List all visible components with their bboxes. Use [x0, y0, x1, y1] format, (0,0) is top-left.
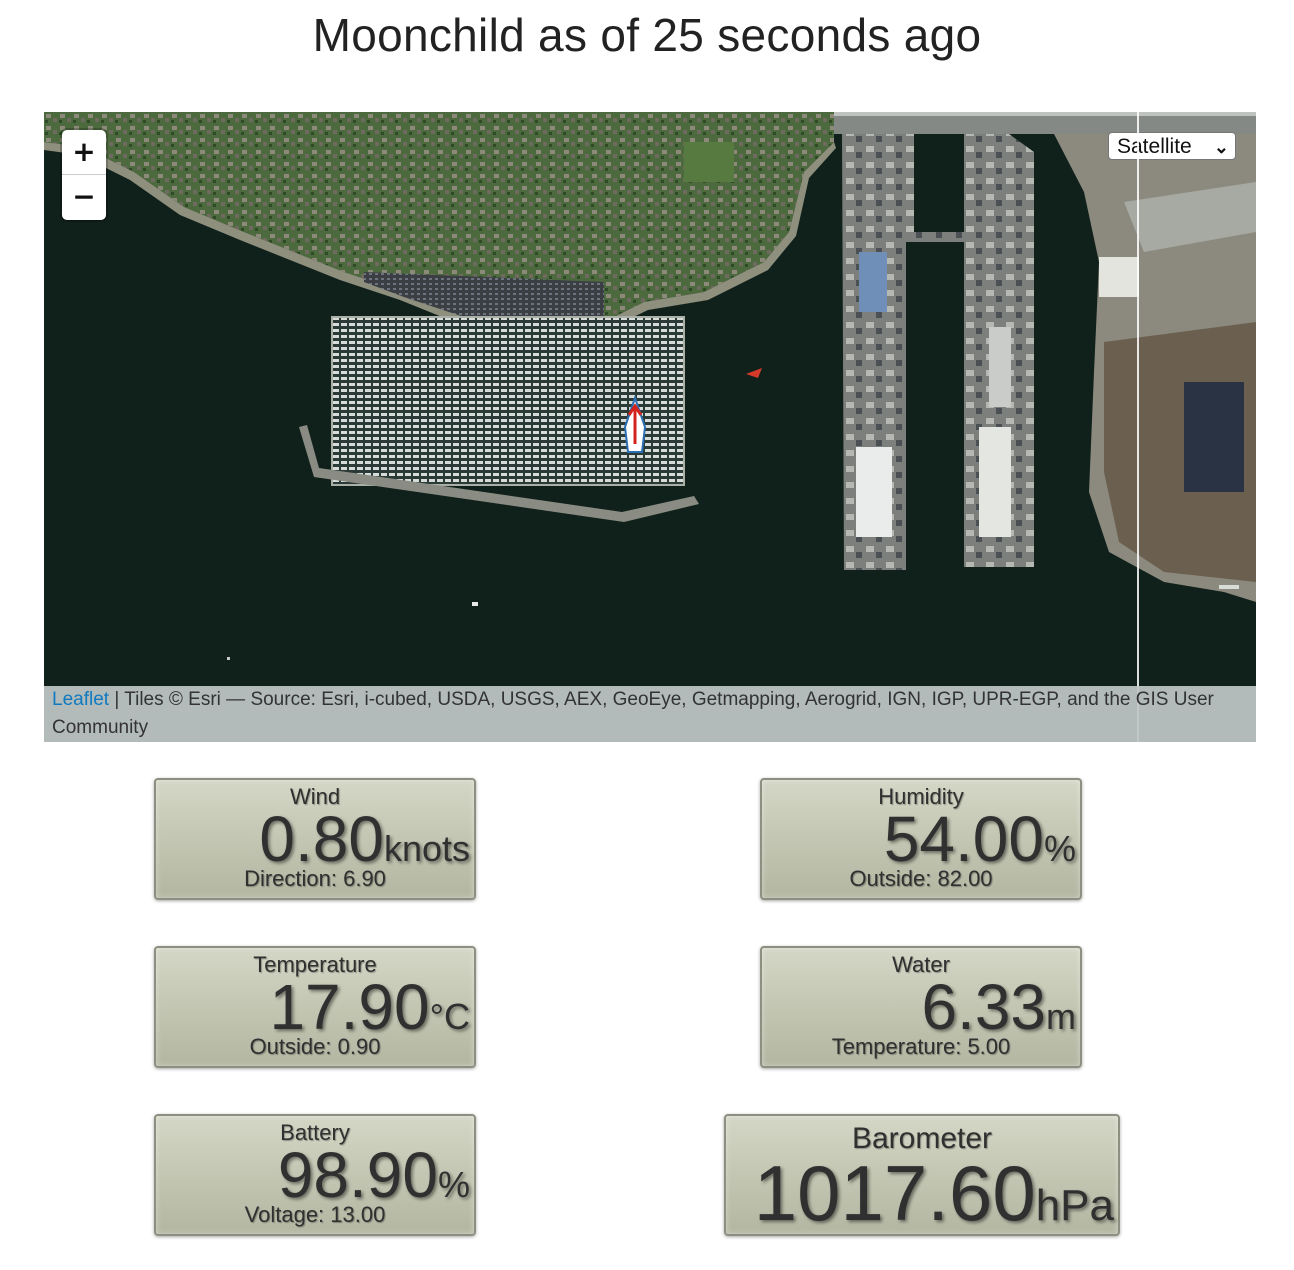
attribution-text: | Tiles © Esri — Source: Esri, i-cubed, …: [52, 689, 1214, 738]
map-attribution: Leaflet | Tiles © Esri — Source: Esri, i…: [44, 686, 1256, 742]
gauge-subtext: Temperature: 5.00: [831, 1034, 1011, 1059]
water-gauge: Water 6.33m Temperature: 5.00: [760, 946, 1082, 1068]
gauge-value: 0.80knots: [259, 802, 470, 876]
gauge-number: 0.80: [259, 803, 384, 875]
gauge-number: 98.90: [277, 1139, 438, 1211]
gauge-unit: knots: [383, 828, 470, 869]
gauge-value: 54.00%: [884, 802, 1076, 876]
gauge-subtext: Outside: 0.90: [249, 1034, 381, 1059]
gauge-subtext: Direction: 6.90: [244, 866, 386, 891]
gauge-value: 98.90%: [278, 1138, 470, 1212]
gauge-value: 17.90°C: [269, 970, 470, 1044]
gauge-unit: m: [1046, 996, 1076, 1037]
map-layer-selected: Satellite: [1117, 135, 1192, 158]
gauge-unit: °C: [429, 996, 470, 1037]
humidity-gauge: Humidity 54.00% Outside: 82.00: [760, 778, 1082, 900]
gauge-subtext: Voltage: 13.00: [244, 1202, 386, 1227]
gauge-value: 1017.60hPa: [754, 1148, 1114, 1239]
gauge-number: 1017.60: [753, 1149, 1036, 1237]
zoom-in-button[interactable]: +: [62, 130, 106, 175]
gauge-number: 17.90: [269, 971, 430, 1043]
map-view[interactable]: + − Satellite ⌄ Leaflet | Tiles © Esri —…: [44, 112, 1256, 742]
zoom-out-button[interactable]: −: [62, 175, 106, 219]
temperature-gauge: Temperature 17.90°C Outside: 0.90: [154, 946, 476, 1068]
gauge-unit: hPa: [1035, 1181, 1114, 1230]
zoom-control: + −: [62, 130, 106, 220]
map-divider-line: [1137, 112, 1139, 742]
gauge-unit: %: [1043, 828, 1076, 869]
page-title: Moonchild as of 25 seconds ago: [312, 9, 982, 61]
barometer-gauge: Barometer 1017.60hPa: [724, 1114, 1120, 1239]
leaflet-link[interactable]: Leaflet: [52, 689, 109, 710]
chevron-down-icon: ⌄: [1213, 137, 1229, 157]
gauge-subtext: Outside: 82.00: [849, 866, 993, 891]
gauge-unit: %: [437, 1164, 470, 1205]
satellite-map-tiles[interactable]: [44, 112, 1256, 742]
gauge-number: 54.00: [883, 803, 1044, 875]
wind-gauge: Wind 0.80knots Direction: 6.90: [154, 778, 476, 900]
gauge-value: 6.33m: [921, 970, 1076, 1044]
gauge-number: 6.33: [921, 971, 1046, 1043]
battery-gauge: Battery 98.90% Voltage: 13.00: [154, 1114, 476, 1236]
map-layer-select[interactable]: Satellite ⌄: [1108, 132, 1236, 160]
